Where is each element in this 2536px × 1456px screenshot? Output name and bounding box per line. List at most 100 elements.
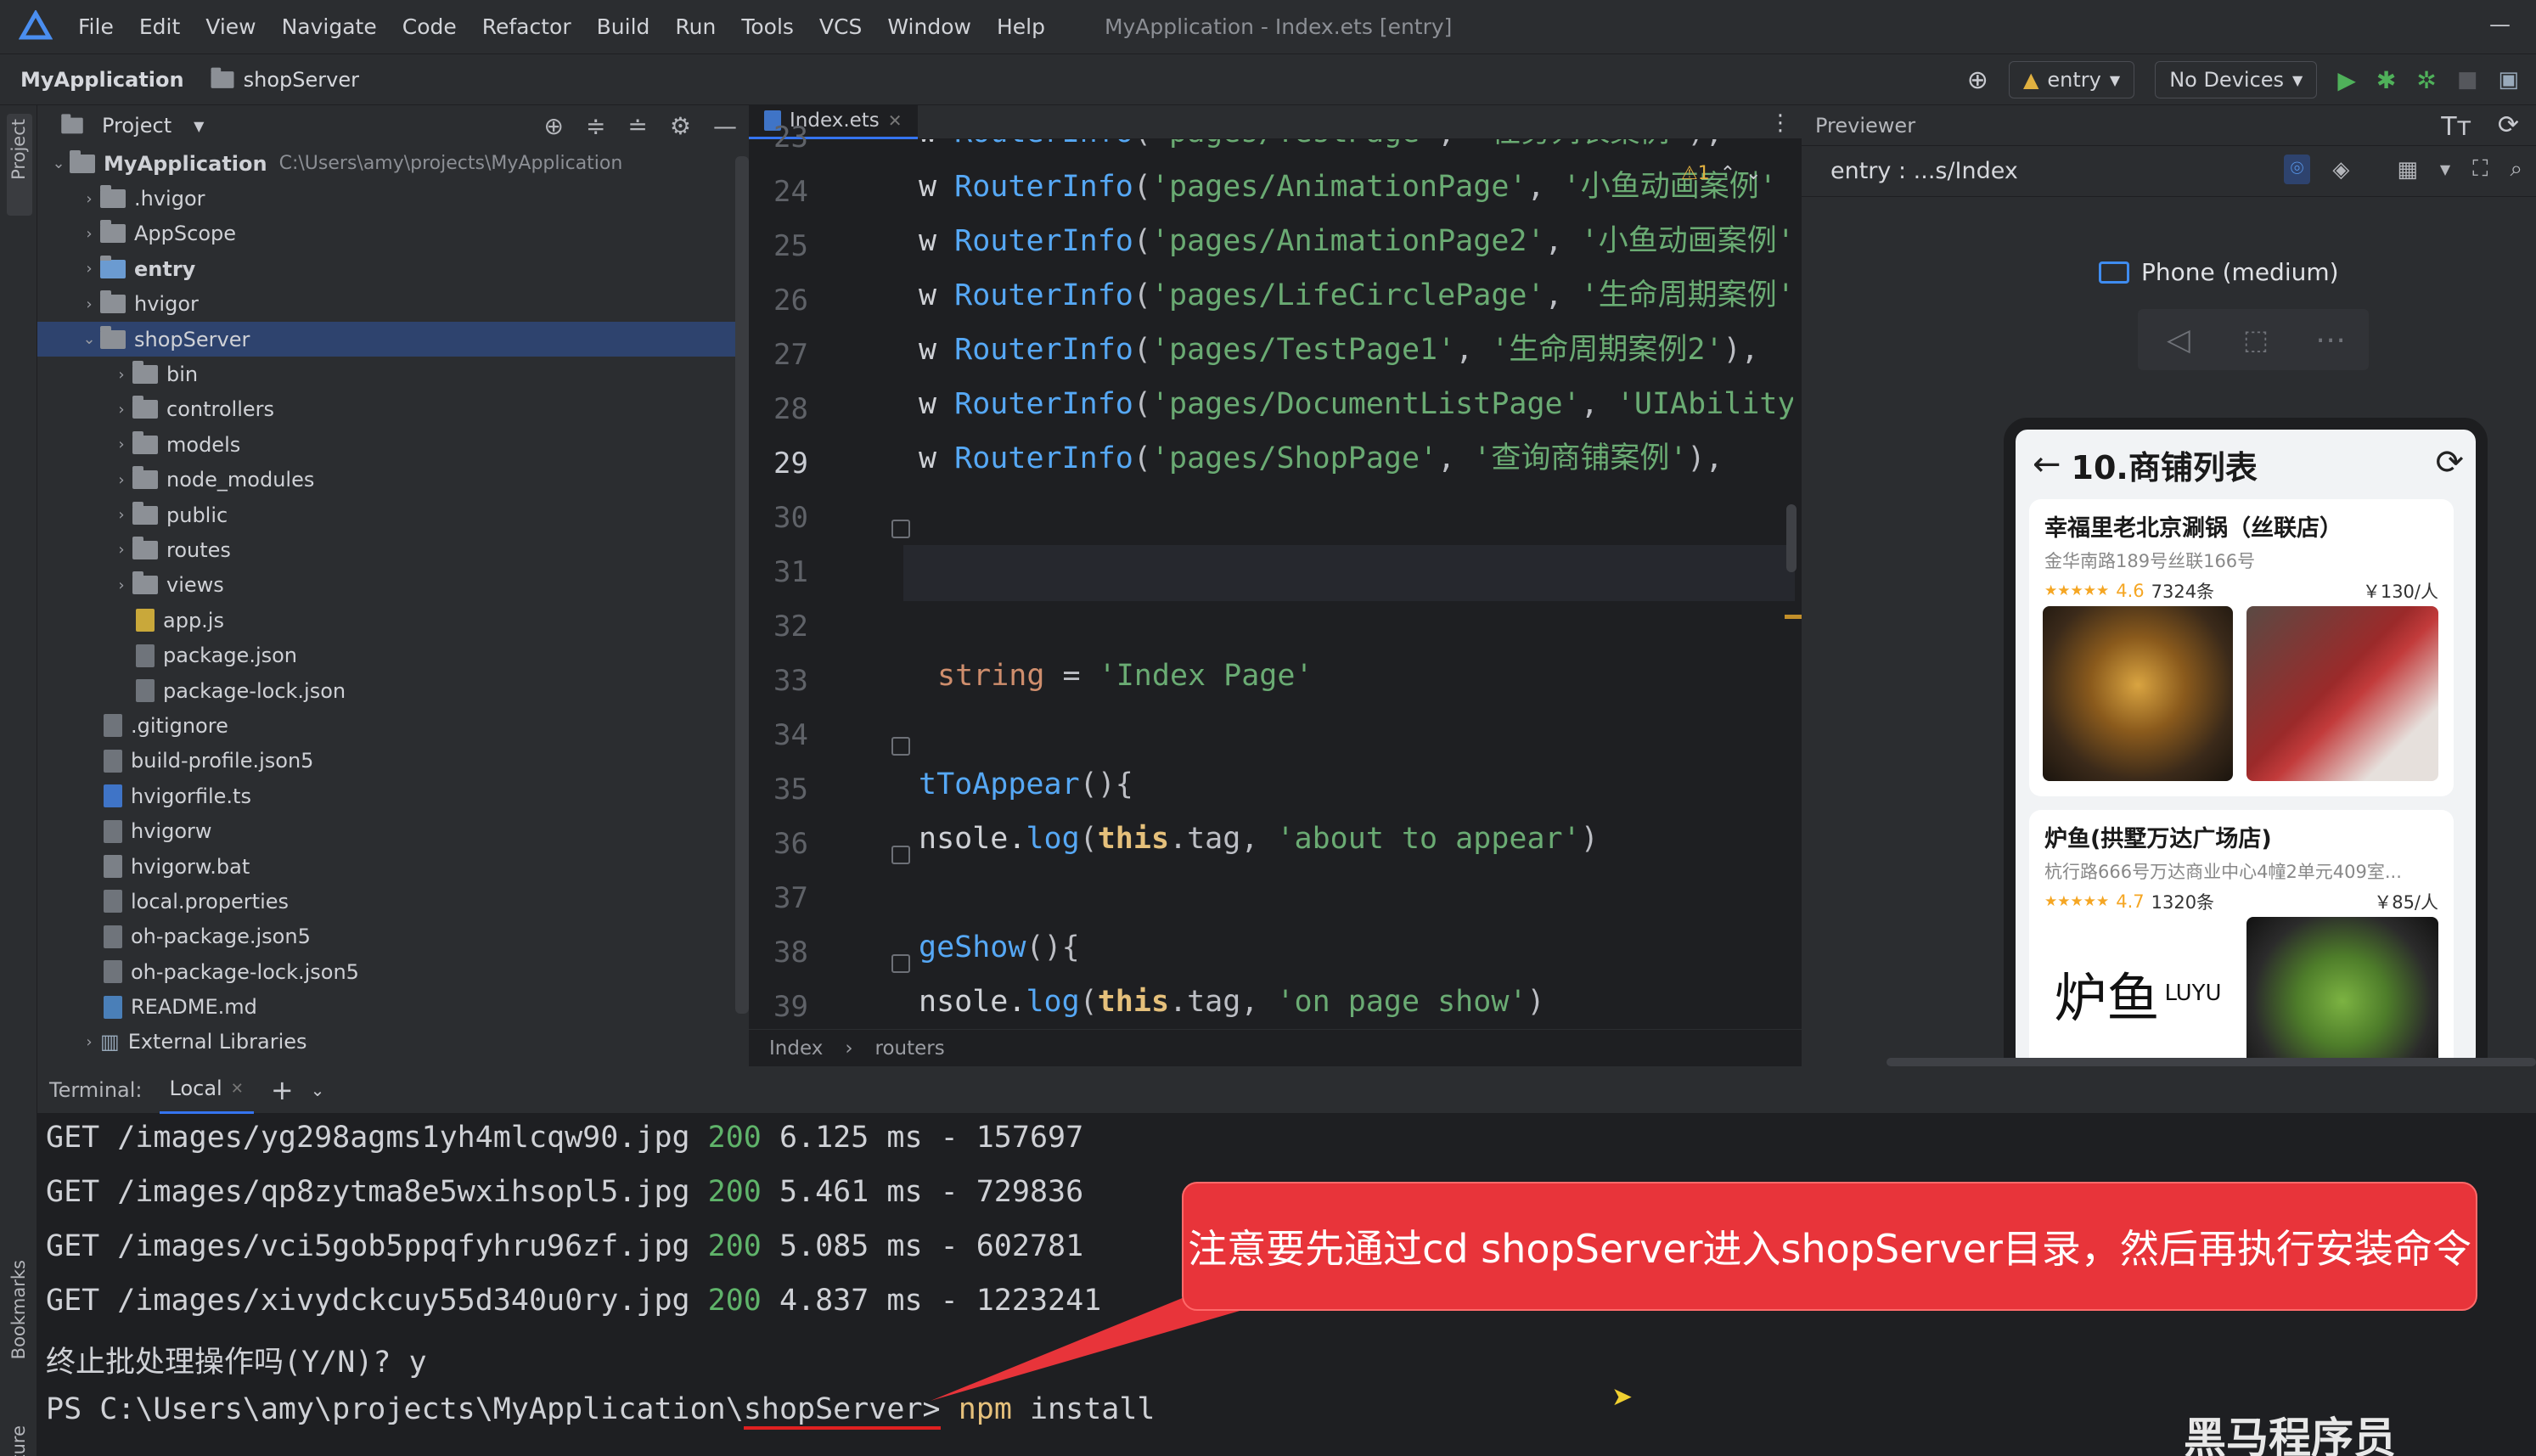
tree-node[interactable]: › models (37, 427, 749, 462)
chevron-down-icon[interactable]: ▼ (2440, 161, 2450, 177)
tree-node[interactable]: oh-package-lock.json5 (37, 954, 749, 989)
tree-node[interactable]: app.js (37, 603, 749, 638)
tree-node[interactable]: › hvigor (37, 287, 749, 322)
device-selector[interactable]: No Devices ▼ (2155, 61, 2318, 98)
module-selector[interactable]: ▲ entry ▼ (2008, 61, 2135, 98)
menu-help[interactable]: Help (997, 14, 1045, 39)
menu-window[interactable]: Window (887, 14, 971, 39)
breadcrumb-item[interactable]: routers (875, 1037, 945, 1060)
chevron-down-icon[interactable]: ▼ (194, 118, 204, 134)
project-scrollbar[interactable] (735, 156, 749, 1014)
menu-view[interactable]: View (205, 14, 256, 39)
tree-node[interactable]: › ▥ External Libraries (37, 1025, 749, 1060)
breadcrumb-project[interactable]: MyApplication (20, 68, 184, 92)
terminal-tab-local[interactable]: Local ✕ (159, 1066, 254, 1114)
inspector-icon[interactable]: ⌾ (2283, 155, 2311, 184)
tree-node[interactable]: hvigorw (37, 813, 749, 848)
tree-node[interactable]: › node_modules (37, 463, 749, 498)
menu-refactor[interactable]: Refactor (482, 14, 571, 39)
tree-node[interactable]: oh-package.json5 (37, 919, 749, 954)
tree-node[interactable]: › entry (37, 251, 749, 286)
code-area[interactable]: w RouterInfo('pages/TestPage', '任务列表案例')… (919, 139, 1793, 1029)
refresh-icon[interactable]: ⟳ (2435, 443, 2464, 482)
settings-gear-icon[interactable]: ⚙ (670, 112, 691, 140)
shop-card[interactable]: 幸福里老北京涮锅（丝联店） 金华南路189号丝联166号 ★★★★★ 4.6 7… (2029, 499, 2454, 796)
terminal-header: Terminal: Local ✕ + ⌄ (37, 1066, 2536, 1114)
menu-vcs[interactable]: VCS (819, 14, 862, 39)
more-icon[interactable]: ⋯ (2292, 323, 2369, 357)
menu-navigate[interactable]: Navigate (282, 14, 377, 39)
refresh-icon[interactable]: ⟳ (2498, 110, 2519, 140)
logo-brand: LUYU (2164, 981, 2222, 1006)
bookmarks-tool-tab[interactable]: Bookmarks (8, 1260, 29, 1359)
inspection-widget[interactable]: ⚠1 ⌃ ⌄ (1681, 163, 1762, 184)
close-icon[interactable]: ✕ (888, 110, 903, 131)
previewer-scrollbar[interactable] (1887, 1058, 2536, 1066)
debug-icon[interactable]: ✱ (2376, 66, 2396, 94)
minimize-button[interactable]: — (2489, 12, 2511, 37)
expand-all-icon[interactable]: ≑ (586, 112, 605, 140)
menu-file[interactable]: File (78, 14, 114, 39)
tree-node[interactable]: › public (37, 498, 749, 532)
attach-debugger-icon[interactable]: ✲ (2416, 66, 2436, 94)
hide-panel-icon[interactable]: — (713, 112, 737, 140)
menu-tools[interactable]: Tools (741, 14, 794, 39)
font-size-icon[interactable]: Tт (2441, 112, 2471, 142)
tree-node[interactable]: › views (37, 568, 749, 603)
tree-node[interactable]: README.md (37, 989, 749, 1024)
tree-node[interactable]: › bin (37, 357, 749, 391)
fold-marker-icon[interactable] (891, 846, 910, 864)
fold-marker-icon[interactable] (891, 737, 910, 756)
tree-node[interactable]: package-lock.json (37, 673, 749, 708)
tree-node[interactable]: › .hvigor (37, 181, 749, 216)
more-options-icon[interactable]: ⋮ (1769, 110, 1791, 136)
tree-node[interactable]: package.json (37, 638, 749, 672)
structure-tool-tab[interactable]: Structure (8, 1425, 29, 1456)
back-arrow-icon[interactable]: ← (2033, 445, 2061, 484)
fold-marker-icon[interactable] (891, 954, 910, 973)
run-icon[interactable]: ▶ (2337, 66, 2356, 94)
grid-icon[interactable]: ▦ (2397, 157, 2418, 183)
tree-node-root[interactable]: ⌄ MyApplication C:\Users\amy\projects\My… (37, 146, 749, 181)
menu-code[interactable]: Code (402, 14, 457, 39)
target-icon[interactable]: ⊕ (1967, 65, 1988, 95)
tree-node[interactable]: hvigorw.bat (37, 849, 749, 884)
close-icon[interactable]: ✕ (231, 1080, 244, 1098)
editor-scrollbar[interactable] (1786, 504, 1797, 572)
tree-node[interactable]: › routes (37, 532, 749, 567)
ts-file-icon (104, 784, 122, 808)
fit-screen-icon[interactable]: ⛶ (2472, 156, 2488, 183)
project-panel-title[interactable]: Project (102, 114, 172, 138)
add-terminal-icon[interactable]: + (271, 1074, 294, 1106)
tree-node[interactable]: .gitignore (37, 708, 749, 743)
tree-node[interactable]: hvigorfile.ts (37, 779, 749, 813)
tree-node[interactable]: build-profile.json5 (37, 744, 749, 779)
project-tool-tab[interactable]: Project (8, 119, 29, 180)
tree-node-selected[interactable]: ⌄ shopServer (37, 321, 749, 357)
menu-edit[interactable]: Edit (139, 14, 180, 39)
stop-icon[interactable]: ■ (2457, 67, 2478, 93)
chevron-right-icon: › (86, 189, 93, 208)
fold-marker-icon[interactable] (891, 520, 910, 538)
menu-run[interactable]: Run (675, 14, 716, 39)
shop-card[interactable]: 炉鱼(拱墅万达广场店) 杭行路666号万达商业中心4幢2单元409室... ★★… (2029, 810, 2454, 1068)
chevron-up-icon[interactable]: ⌃ (1720, 163, 1735, 184)
collapse-all-icon[interactable]: ≐ (627, 112, 647, 140)
warning-stripe-marker[interactable] (1785, 615, 1802, 619)
chevron-down-icon[interactable]: ⌄ (1746, 163, 1761, 184)
zoom-icon[interactable]: ⌕ (2510, 156, 2522, 183)
breadcrumb-folder[interactable]: shopServer (244, 68, 359, 92)
rotate-icon[interactable]: ⬚ (2219, 323, 2292, 356)
preview-entry-label[interactable]: entry : ...s/Index (1830, 158, 2018, 184)
locate-file-icon[interactable]: ⊕ (543, 112, 563, 140)
device-manager-icon[interactable]: ▣ (2498, 67, 2519, 93)
tree-node[interactable]: › controllers (37, 392, 749, 427)
tree-label: hvigorw.bat (131, 854, 250, 879)
chevron-down-icon[interactable]: ⌄ (311, 1080, 325, 1100)
tree-node[interactable]: › AppScope (37, 216, 749, 251)
menu-build[interactable]: Build (597, 14, 650, 39)
tree-node[interactable]: local.properties (37, 884, 749, 919)
layers-icon[interactable]: ◈ (2332, 157, 2349, 183)
back-icon[interactable]: ◁ (2138, 323, 2219, 357)
breadcrumb-item[interactable]: Index (769, 1037, 823, 1060)
